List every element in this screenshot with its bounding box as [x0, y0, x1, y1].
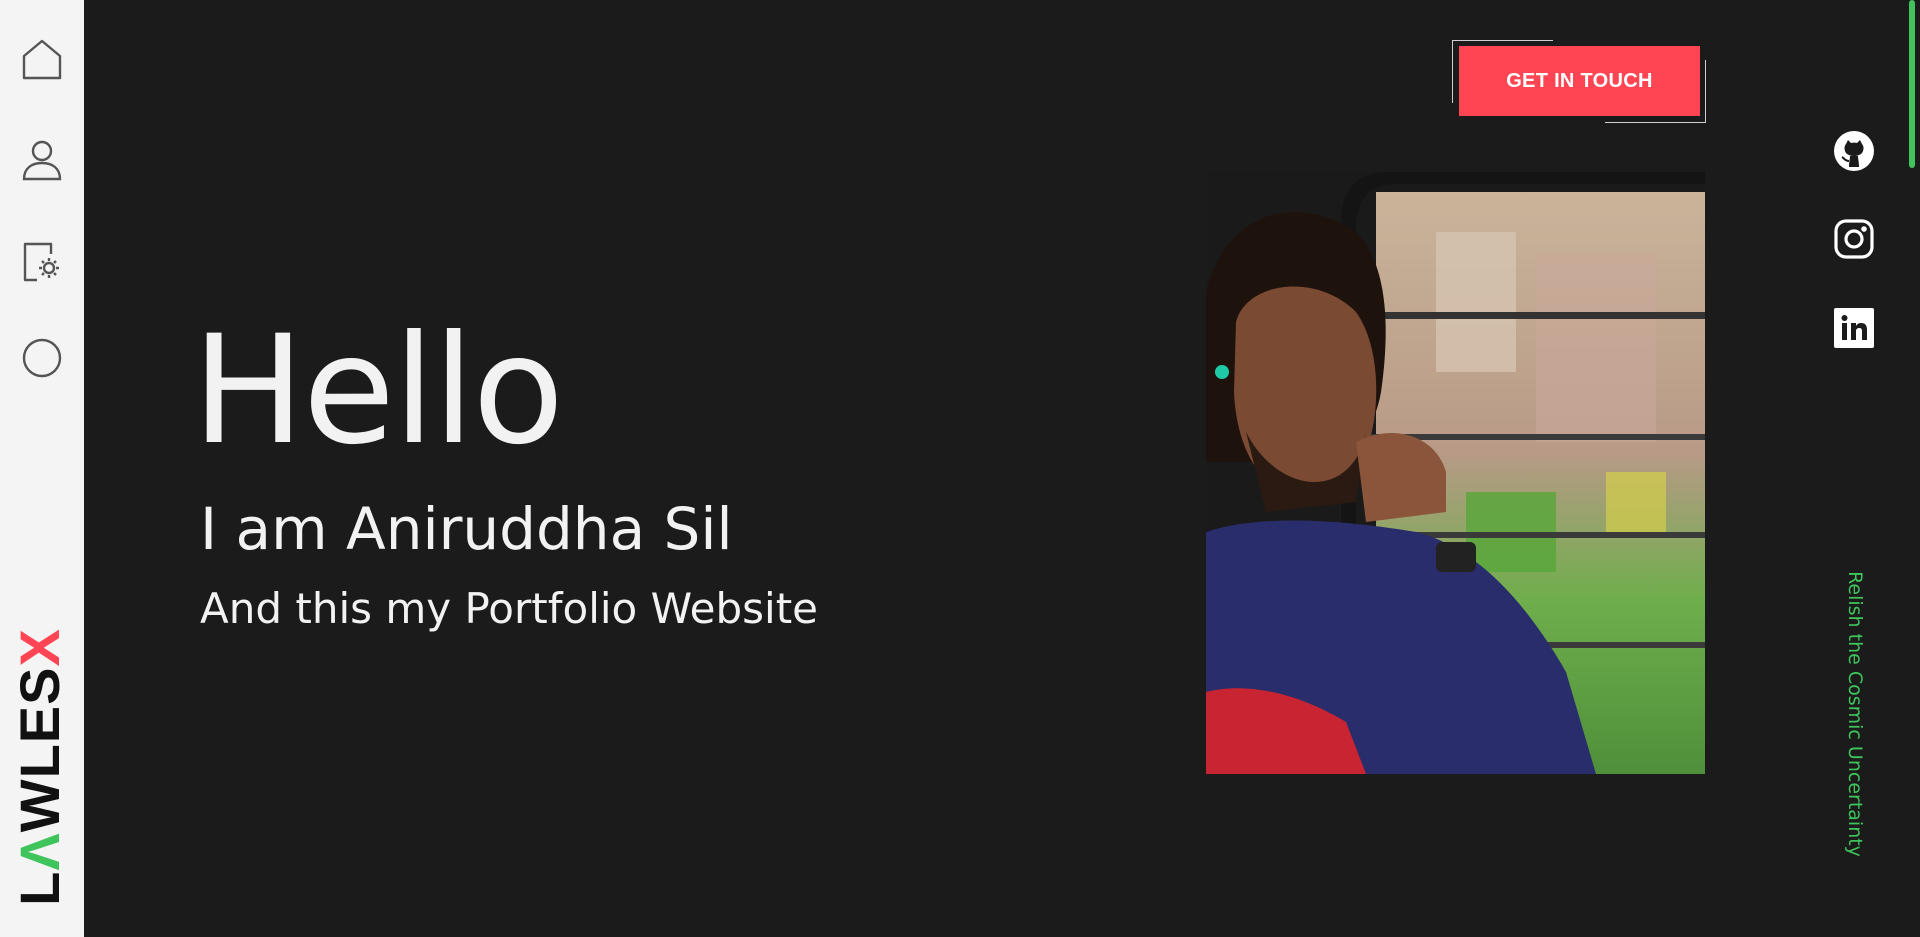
tagline: Relish the Cosmic Uncertainty	[1844, 571, 1866, 857]
instagram-icon[interactable]	[1833, 218, 1875, 260]
home-icon[interactable]	[18, 36, 66, 84]
user-icon[interactable]	[18, 136, 66, 184]
logo-text: LΛWLESX	[8, 628, 71, 906]
settings-document-icon[interactable]	[18, 238, 66, 286]
scrollbar-thumb[interactable]	[1909, 0, 1915, 168]
get-in-touch-button[interactable]: GET IN TOUCH	[1459, 46, 1700, 116]
profile-photo	[1206, 172, 1705, 774]
hero-subtitle: And this my Portfolio Website	[200, 584, 819, 633]
sidebar: LΛWLESX	[0, 0, 84, 937]
hero-greeting: Hello	[192, 304, 564, 478]
github-icon[interactable]	[1833, 130, 1875, 172]
hero-name: I am Aniruddha Sil	[200, 495, 733, 563]
linkedin-icon[interactable]	[1833, 307, 1875, 349]
circle-icon[interactable]	[18, 334, 66, 382]
brand-logo[interactable]: LΛWLESX	[8, 617, 71, 917]
cta-frame: GET IN TOUCH	[1452, 40, 1706, 123]
